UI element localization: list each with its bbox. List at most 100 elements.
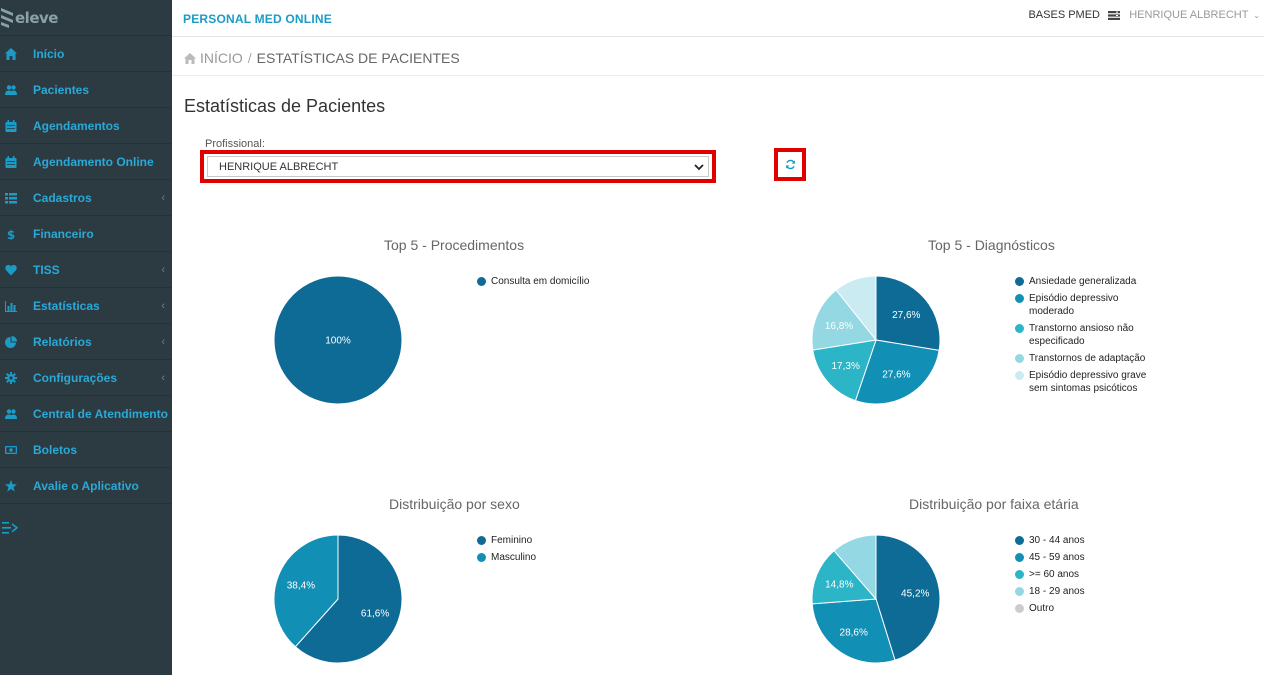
- legend-item[interactable]: Transtorno ansioso não especificado: [1015, 322, 1150, 348]
- legend-swatch: [1015, 371, 1024, 380]
- sidebar-item-label: Boletos: [33, 442, 78, 457]
- slice-label: 17,3%: [831, 361, 859, 372]
- sidebar-item-boletos[interactable]: Boletos: [0, 432, 172, 468]
- legend-item[interactable]: Episódio depressivo grave sem sintomas p…: [1015, 369, 1150, 395]
- legend-swatch: [1015, 553, 1024, 562]
- legend-item[interactable]: Outro: [1015, 602, 1150, 615]
- sidebar-item-central-de-atendimento[interactable]: Central de Atendimento: [0, 396, 172, 432]
- money-icon: [2, 441, 20, 459]
- chart-top5-procedimentos: Top 5 - Procedimentos 100% Consulta em d…: [184, 230, 714, 430]
- breadcrumb-current: ESTATÍSTICAS DE PACIENTES: [256, 50, 460, 66]
- legend-item[interactable]: Masculino: [477, 551, 617, 564]
- slice-label: 38,4%: [287, 580, 315, 591]
- dollar-icon: $: [2, 225, 20, 243]
- legend-label: >= 60 anos: [1029, 569, 1080, 580]
- legend-swatch: [1015, 294, 1024, 303]
- sidebar-item-label: Central de Atendimento: [33, 406, 168, 421]
- legend-item[interactable]: Episódio depressivo moderado: [1015, 292, 1150, 318]
- legend-swatch: [1015, 587, 1024, 596]
- sidebar-item-avalie-o-aplicativo[interactable]: Avalie o Aplicativo: [0, 468, 172, 504]
- legend-item[interactable]: >= 60 anos: [1015, 568, 1150, 581]
- chart-legend: Consulta em domicílio: [477, 275, 617, 292]
- sidebar-menu: Início Pacientes Agendamentos Agendamento O…: [0, 36, 172, 504]
- slice-label: 14,8%: [825, 579, 853, 590]
- profissional-select-highlight: HENRIQUE ALBRECHT: [200, 150, 716, 183]
- legend-item[interactable]: 30 - 44 anos: [1015, 534, 1150, 547]
- bases-selector[interactable]: BASES PMED: [1028, 9, 1120, 21]
- chevron-left-icon: ‹: [161, 192, 165, 204]
- home-icon: [2, 45, 20, 63]
- sidebar-item-configuracoes[interactable]: Configurações ‹: [0, 360, 172, 396]
- legend-label: Masculino: [491, 552, 537, 563]
- users-icon: [2, 405, 20, 423]
- sidebar-toggle-icon[interactable]: [2, 521, 18, 535]
- sidebar-item-label: Pacientes: [33, 82, 90, 97]
- legend-swatch: [1015, 570, 1024, 579]
- legend-label: 30 - 44 anos: [1029, 535, 1085, 546]
- sidebar-item-label: TISS: [33, 262, 60, 277]
- star-icon: [2, 477, 20, 495]
- legend-swatch: [477, 277, 486, 286]
- legend-item[interactable]: Transtornos de adaptação: [1015, 352, 1150, 365]
- sidebar-item-tiss[interactable]: TISS ‹: [0, 252, 172, 288]
- refresh-button[interactable]: [774, 148, 806, 181]
- sidebar-item-label: Início: [33, 46, 65, 61]
- sidebar-item-label: Estatísticas: [33, 298, 100, 313]
- chevron-left-icon: ‹: [161, 372, 165, 384]
- sidebar-item-cadastros[interactable]: Cadastros ‹: [0, 180, 172, 216]
- legend-label: Transtorno ansioso não especificado: [1029, 323, 1134, 347]
- legend-swatch: [477, 553, 486, 562]
- legend-swatch: [1015, 324, 1024, 333]
- app-title[interactable]: PERSONAL MED ONLINE: [183, 12, 332, 26]
- profissional-selected-value: HENRIQUE ALBRECHT: [219, 160, 339, 173]
- pie-chart-icon: [2, 333, 20, 351]
- top-bar: PERSONAL MED ONLINE BASES PMED HENRIQUE …: [172, 0, 1264, 37]
- sidebar: eleve Início Pacientes Agendamentos Agendam…: [0, 0, 172, 675]
- calendar-icon: [2, 117, 20, 135]
- chart-distribuicao-faixa-etaria: Distribuição por faixa etária 45,2% 28,6%…: [730, 489, 1260, 675]
- sidebar-item-label: Agendamentos: [33, 118, 120, 133]
- sidebar-item-label: Relatórios: [33, 334, 92, 349]
- chevron-left-icon: ‹: [161, 336, 165, 348]
- sidebar-item-agendamento-online[interactable]: Agendamento Online: [0, 144, 172, 180]
- legend-label: Outro: [1029, 603, 1055, 614]
- breadcrumb-divider: [172, 75, 1264, 76]
- pie-chart: 45,2% 28,6% 14,8%: [811, 534, 941, 664]
- legend-swatch: [1015, 277, 1024, 286]
- bases-label: BASES PMED: [1028, 9, 1100, 21]
- bar-chart-icon: [2, 297, 20, 315]
- gear-icon: [2, 369, 20, 387]
- refresh-icon: [785, 159, 795, 170]
- legend-item[interactable]: Ansiedade generalizada: [1015, 275, 1150, 288]
- legend-label: Episódio depressivo moderado: [1029, 293, 1119, 317]
- legend-item[interactable]: 18 - 29 anos: [1015, 585, 1150, 598]
- user-menu[interactable]: HENRIQUE ALBRECHT ⌄: [1129, 9, 1260, 21]
- brand-name: eleve: [15, 9, 58, 27]
- sidebar-item-financeiro[interactable]: $ Financeiro: [0, 216, 172, 252]
- chevron-down-icon: [694, 164, 704, 171]
- svg-text:$: $: [7, 228, 15, 240]
- chart-legend: 30 - 44 anos 45 - 59 anos >= 60 anos 18 - 2…: [1015, 534, 1150, 619]
- chart-legend: Feminino Masculino: [477, 534, 617, 568]
- sidebar-item-relatorios[interactable]: Relatórios ‹: [0, 324, 172, 360]
- brand-logo[interactable]: eleve: [0, 6, 58, 30]
- slice-label: 27,6%: [892, 310, 920, 321]
- profissional-select[interactable]: HENRIQUE ALBRECHT: [207, 156, 709, 177]
- home-icon: [184, 52, 196, 64]
- sidebar-item-agendamentos[interactable]: Agendamentos: [0, 108, 172, 144]
- chart-distribuicao-sexo: Distribuição por sexo 61,6% 38,4% Feminin…: [184, 489, 714, 675]
- legend-item[interactable]: Feminino: [477, 534, 617, 547]
- legend-swatch: [1015, 604, 1024, 613]
- breadcrumb-home[interactable]: INÍCIO: [200, 50, 243, 66]
- legend-label: Episódio depressivo grave sem sintomas p…: [1029, 370, 1147, 394]
- legend-item[interactable]: Consulta em domicílio: [477, 275, 617, 288]
- legend-label: 45 - 59 anos: [1029, 552, 1085, 563]
- sidebar-item-estatisticas[interactable]: Estatísticas ‹: [0, 288, 172, 324]
- legend-item[interactable]: 45 - 59 anos: [1015, 551, 1150, 564]
- sidebar-item-label: Configurações: [33, 370, 118, 385]
- sidebar-item-pacientes[interactable]: Pacientes: [0, 72, 172, 108]
- sidebar-item-inicio[interactable]: Início: [0, 36, 172, 72]
- users-icon: [2, 81, 20, 99]
- sidebar-item-label: Agendamento Online: [33, 154, 154, 169]
- breadcrumb-separator: /: [247, 50, 252, 66]
